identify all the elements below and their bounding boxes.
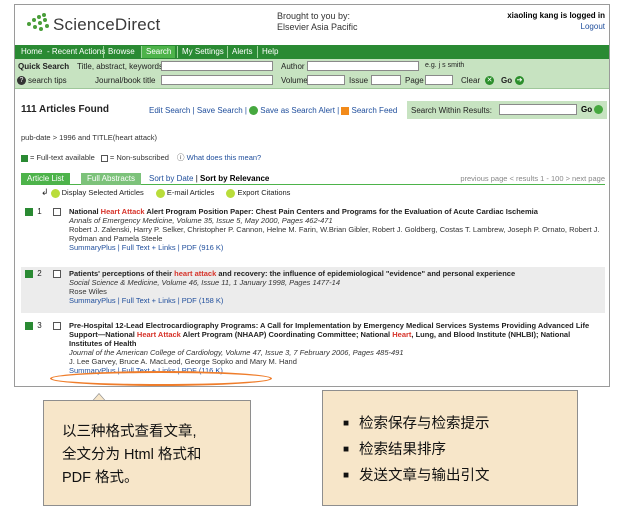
availability-legend: = Full-text available = Non-subscribed ⓘ… (21, 152, 261, 163)
search-actions: Edit Search | Save Search | Save as Sear… (149, 106, 398, 116)
logo-dots-icon (25, 12, 51, 34)
quick-search-label: Quick Search (18, 62, 70, 71)
highlight-ellipse (50, 371, 272, 386)
save-search-alert-link[interactable]: Save as Search Alert (260, 106, 335, 115)
go-arrow-icon[interactable]: ➔ (515, 76, 524, 85)
tab-full-abstracts[interactable]: Full Abstracts (81, 173, 142, 185)
volume-input[interactable] (307, 75, 345, 85)
search-tips-link[interactable]: search tips (28, 76, 67, 85)
nav-my-settings[interactable]: My Settings (177, 46, 228, 58)
display-selected-button[interactable]: Display Selected Articles (62, 188, 144, 197)
callout-feature-item: 发送文章与输出引文 (343, 463, 490, 489)
export-icon (226, 188, 236, 198)
nav-home[interactable]: Home (17, 46, 46, 58)
tab-article-list[interactable]: Article List (21, 173, 70, 185)
main-nav: Home - Recent Actions Browse Search My S… (15, 45, 609, 59)
callout-feature-item: 检索保存与检索提示 (343, 411, 490, 437)
select-arrow-icon: ↲ (41, 187, 49, 197)
sciencedirect-logo[interactable]: ScienceDirect (25, 10, 175, 40)
result-links[interactable]: SummaryPlus | Full Text + Links | PDF (1… (69, 296, 601, 305)
callout-formats-text: 以三种格式查看文章, 全文分为 Html 格式和 PDF 格式。 (62, 424, 202, 486)
result-authors: Robert J. Zalenski, Harry P. Selker, Chr… (69, 225, 600, 243)
user-info: xiaoling kang is logged in Logout (507, 10, 605, 32)
result-source: Annals of Emergency Medicine, Volume 35,… (69, 216, 333, 225)
result-title[interactable]: National Heart Attack Alert Program Posi… (69, 207, 601, 216)
nav-search[interactable]: Search (141, 46, 176, 58)
sort-by-relevance: Sort by Relevance (200, 174, 270, 183)
clear-x-icon[interactable]: ✕ (485, 76, 494, 85)
author-input[interactable] (307, 61, 419, 71)
search-within-label: Search Within Results: (411, 106, 492, 115)
title-abstract-keywords-input[interactable] (161, 61, 273, 71)
quick-search-bar: Quick Search Title, abstract, keywords A… (15, 59, 609, 89)
full-text-icon (25, 269, 33, 278)
go-arrow-icon (594, 105, 604, 115)
result-title[interactable]: Patients' perceptions of their heart att… (69, 269, 601, 278)
search-within-go-button[interactable]: Go (581, 105, 605, 115)
result-checkbox[interactable] (53, 322, 61, 330)
callout-feature-item: 检索结果排序 (343, 437, 490, 463)
logout-link[interactable]: Logout (507, 21, 605, 32)
sort-options: Sort by Date | Sort by Relevance (149, 174, 270, 183)
logo-text: ScienceDirect (53, 15, 161, 34)
pager[interactable]: previous page < results 1 - 100 > next p… (460, 174, 605, 183)
display-icon (50, 188, 60, 198)
result-links[interactable]: SummaryPlus | Full Text + Links | PDF (9… (69, 243, 601, 252)
search-within-input[interactable] (499, 104, 577, 115)
result-checkbox[interactable] (53, 208, 61, 216)
site-header: ScienceDirect Brought to you by: Elsevie… (15, 5, 609, 45)
nav-browse[interactable]: Browse (103, 46, 139, 58)
result-authors: J. Lee Garvey, Bruce A. MacLeod, George … (69, 357, 297, 366)
email-articles-button[interactable]: E-mail Articles (167, 188, 215, 197)
help-question-icon[interactable]: ? (17, 76, 26, 85)
info-question-icon: ⓘ (177, 153, 185, 162)
nav-help[interactable]: Help (257, 46, 282, 58)
result-view-tabs: Article List Full Abstracts Sort by Date… (21, 173, 605, 185)
page-label: Page (405, 76, 424, 85)
result-authors: Rose Wiles (69, 287, 107, 296)
non-subscribed-icon (100, 154, 108, 162)
volume-label: Volume (281, 76, 308, 85)
results-count: 111 Articles Found (21, 104, 109, 115)
callout-features-list: 检索保存与检索提示 检索结果排序 发送文章与输出引文 (343, 411, 490, 489)
result-row: 2 Patients' perceptions of their heart a… (21, 267, 605, 313)
clear-button[interactable]: Clear (461, 76, 480, 85)
result-title[interactable]: Pre-Hospital 12-Lead Electrocardiography… (69, 321, 601, 348)
callout-formats: 以三种格式查看文章, 全文分为 Html 格式和 PDF 格式。 (43, 400, 251, 506)
results-toolbar: ↲ Display Selected Articles E-mail Artic… (41, 187, 300, 198)
callout-features: 检索保存与检索提示 检索结果排序 发送文章与输出引文 (322, 390, 578, 506)
alert-icon (249, 106, 259, 116)
nav-alerts[interactable]: Alerts (227, 46, 256, 58)
result-source: Journal of the American College of Cardi… (69, 348, 404, 357)
rss-feed-icon (341, 106, 350, 115)
author-hint: e.g. j s smith (425, 62, 465, 69)
result-row: 1 National Heart Attack Alert Program Po… (21, 205, 605, 260)
brought-to-you-by: Brought to you by: Elsevier Asia Pacific (277, 11, 358, 32)
issue-label: Issue (349, 76, 369, 85)
result-checkbox[interactable] (53, 270, 61, 278)
page-input[interactable] (425, 75, 453, 85)
full-text-icon (25, 207, 33, 216)
nav-recent-actions[interactable]: - Recent Actions (43, 46, 109, 58)
issue-input[interactable] (371, 75, 401, 85)
result-source: Social Science & Medicine, Volume 46, Is… (69, 278, 340, 287)
search-within-results: Search Within Results: Go (407, 101, 607, 119)
go-button[interactable]: Go (501, 76, 512, 85)
author-label: Author (281, 62, 305, 71)
full-text-icon (25, 321, 33, 330)
journal-book-title-label: Journal/book title (95, 76, 156, 85)
logged-in-text: xiaoling kang is logged in (507, 11, 605, 20)
edit-search-link[interactable]: Edit Search (149, 106, 190, 115)
sort-by-date-link[interactable]: Sort by Date (149, 174, 193, 183)
browser-page: ScienceDirect Brought to you by: Elsevie… (14, 4, 610, 387)
query-string: pub-date > 1996 and TITLE(heart attack) (21, 133, 157, 142)
journal-book-title-input[interactable] (161, 75, 273, 85)
email-icon (155, 188, 165, 198)
title-abstract-keywords-label: Title, abstract, keywords (77, 62, 163, 71)
export-citations-button[interactable]: Export Citations (237, 188, 290, 197)
what-does-this-mean-link[interactable]: What does this mean? (187, 153, 262, 162)
save-search-link[interactable]: Save Search (197, 106, 243, 115)
search-feed-link[interactable]: Search Feed (351, 106, 397, 115)
full-text-icon (21, 154, 28, 162)
